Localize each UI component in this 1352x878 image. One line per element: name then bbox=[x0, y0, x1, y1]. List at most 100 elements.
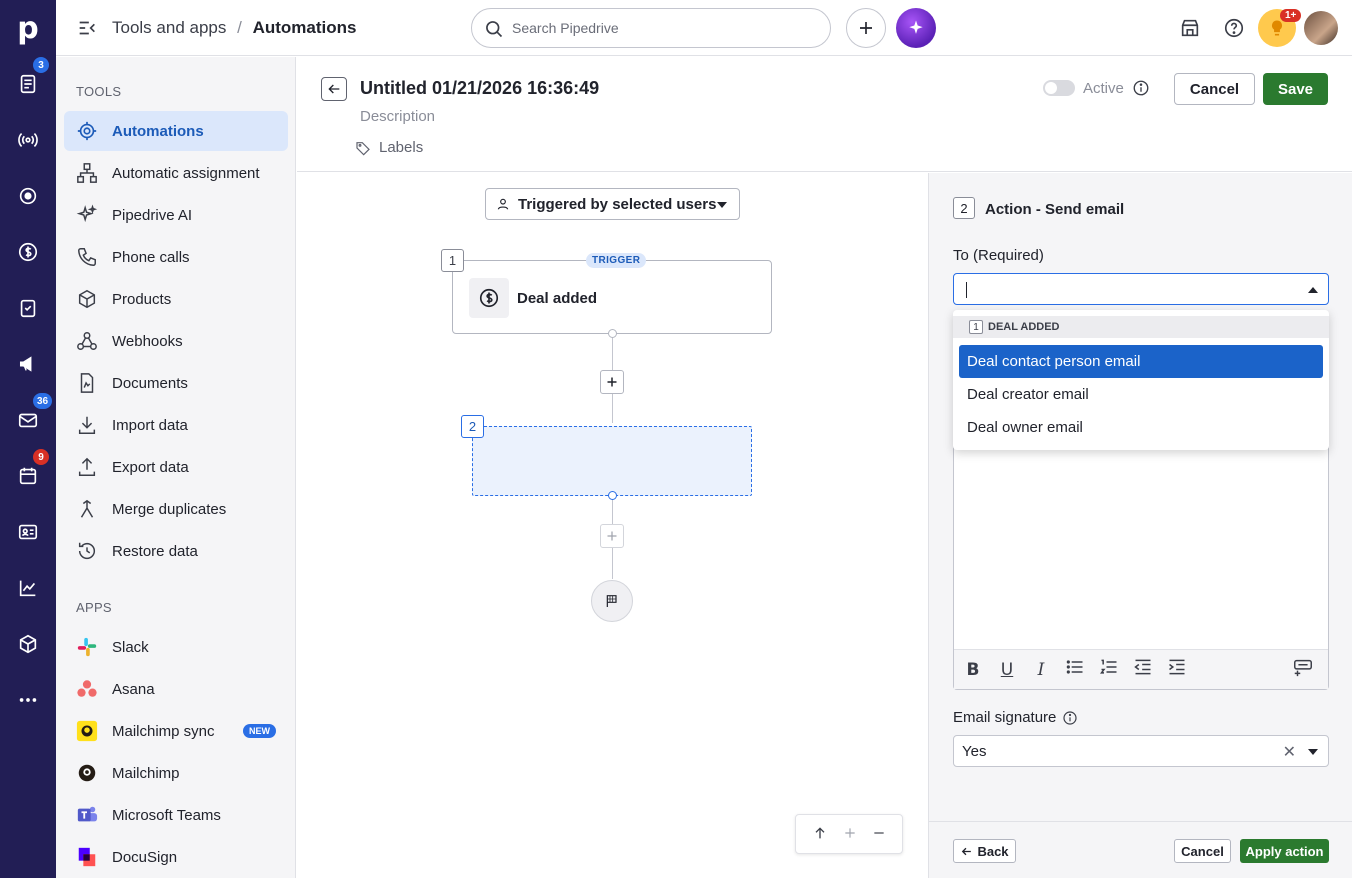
insert-field-icon[interactable] bbox=[1292, 656, 1314, 683]
automation-title[interactable]: Untitled 01/21/2026 16:36:49 bbox=[360, 78, 599, 99]
plus-icon bbox=[607, 531, 617, 541]
clear-icon[interactable]: ✕ bbox=[1283, 742, 1296, 762]
sidebar-item-docusign[interactable]: DocuSign bbox=[64, 837, 288, 877]
sidebar-item-restore-data[interactable]: Restore data bbox=[64, 531, 288, 571]
signature-select[interactable]: Yes ✕ bbox=[953, 735, 1329, 767]
connector-dot bbox=[608, 491, 617, 500]
marketplace-icon[interactable] bbox=[1178, 16, 1202, 40]
labels-field[interactable]: Labels bbox=[355, 139, 423, 156]
sidebar-item-automations[interactable]: Automations bbox=[64, 111, 288, 151]
search-input[interactable]: Search Pipedrive bbox=[471, 8, 831, 48]
add-step-button[interactable] bbox=[600, 370, 624, 394]
restore-icon bbox=[76, 540, 98, 562]
sidebar-item-asana[interactable]: Asana bbox=[64, 669, 288, 709]
end-node bbox=[591, 580, 633, 622]
asana-icon bbox=[76, 678, 98, 700]
action-node-placeholder[interactable] bbox=[472, 426, 752, 496]
tools-heading: TOOLS bbox=[76, 84, 122, 99]
tools-sidebar: TOOLS Automations Automatic assignment P… bbox=[56, 57, 296, 878]
sidebar-item-label: DocuSign bbox=[112, 848, 178, 866]
sparkle-icon bbox=[76, 204, 98, 226]
pipedrive-logo[interactable]: p bbox=[0, 0, 56, 56]
description-field[interactable]: Description bbox=[360, 108, 435, 125]
dollar-icon bbox=[18, 242, 38, 262]
rail-products[interactable] bbox=[0, 616, 56, 672]
italic-icon[interactable]: I bbox=[1030, 660, 1052, 680]
rail-tasks[interactable] bbox=[0, 280, 56, 336]
rail-deals-focus[interactable] bbox=[0, 168, 56, 224]
trigger-users-select[interactable]: Triggered by selected users bbox=[485, 188, 740, 220]
plus-icon bbox=[860, 22, 872, 34]
rail-insights[interactable] bbox=[0, 560, 56, 616]
sidebar-item-documents[interactable]: Documents bbox=[64, 363, 288, 403]
back-step-button[interactable]: Back bbox=[953, 839, 1016, 863]
megaphone-icon bbox=[19, 356, 32, 372]
sidebar-item-pipedrive-ai[interactable]: Pipedrive AI bbox=[64, 195, 288, 235]
email-body-editor[interactable]: B U I bbox=[953, 423, 1329, 690]
back-button[interactable] bbox=[321, 77, 347, 101]
numbered-list-icon[interactable] bbox=[1098, 657, 1120, 682]
help-icon[interactable] bbox=[1222, 16, 1246, 40]
cancel-button[interactable]: Cancel bbox=[1174, 73, 1255, 105]
active-label: Active bbox=[1083, 80, 1124, 97]
chevron-up-icon[interactable] bbox=[1308, 287, 1318, 293]
zoom-in-icon[interactable] bbox=[843, 826, 857, 843]
sidebar-item-products[interactable]: Products bbox=[64, 279, 288, 319]
bold-icon[interactable]: B bbox=[962, 660, 984, 680]
sidebar-item-mailchimp-sync[interactable]: Mailchimp sync NEW bbox=[64, 711, 288, 751]
rail-leads[interactable] bbox=[0, 112, 56, 168]
zoom-out-icon[interactable] bbox=[872, 826, 886, 843]
sidebar-item-label: Documents bbox=[112, 374, 188, 392]
sidebar-item-import-data[interactable]: Import data bbox=[64, 405, 288, 445]
underline-icon[interactable]: U bbox=[996, 660, 1018, 680]
rail-campaigns[interactable] bbox=[0, 336, 56, 392]
rail-deals[interactable] bbox=[0, 224, 56, 280]
automation-canvas[interactable]: Triggered by selected users TRIGGER Deal… bbox=[297, 173, 927, 878]
option-deal-creator-email[interactable]: Deal creator email bbox=[959, 378, 1323, 411]
cube-icon bbox=[19, 634, 37, 654]
top-bar: Tools and apps / Automations Search Pipe… bbox=[56, 0, 1352, 56]
sidebar-item-webhooks[interactable]: Webhooks bbox=[64, 321, 288, 361]
sidebar-item-merge-duplicates[interactable]: Merge duplicates bbox=[64, 489, 288, 529]
activities-badge: 3 bbox=[33, 57, 49, 73]
search-placeholder: Search Pipedrive bbox=[512, 20, 619, 36]
arrow-up-icon[interactable] bbox=[812, 825, 828, 844]
sidebar-item-label: Pipedrive AI bbox=[112, 206, 193, 224]
docusign-icon bbox=[76, 846, 98, 868]
sidebar-item-slack[interactable]: Slack bbox=[64, 627, 288, 667]
trigger-node[interactable]: TRIGGER Deal added bbox=[452, 253, 772, 334]
sidebar-item-export-data[interactable]: Export data bbox=[64, 447, 288, 487]
sidebar-item-mailchimp[interactable]: Mailchimp bbox=[64, 753, 288, 793]
chevron-down-icon[interactable] bbox=[1308, 749, 1318, 755]
bullet-list-icon[interactable] bbox=[1064, 657, 1086, 682]
sidebar-item-label: Automatic assignment bbox=[112, 164, 260, 182]
breadcrumb-parent[interactable]: Tools and apps bbox=[112, 18, 226, 37]
sidebar-item-microsoft-teams[interactable]: Microsoft Teams bbox=[64, 795, 288, 835]
sparkle-icon bbox=[909, 20, 923, 34]
rail-more[interactable] bbox=[0, 672, 56, 728]
info-icon[interactable] bbox=[1062, 710, 1078, 726]
add-step-button-disabled[interactable] bbox=[600, 524, 624, 548]
apply-action-button[interactable]: Apply action bbox=[1240, 839, 1329, 863]
info-icon[interactable] bbox=[1132, 79, 1150, 100]
back-label: Back bbox=[977, 843, 1009, 859]
chart-line-icon bbox=[19, 580, 36, 597]
more-dots-icon bbox=[19, 698, 37, 702]
sidebar-item-automatic-assignment[interactable]: Automatic assignment bbox=[64, 153, 288, 193]
option-deal-owner-email[interactable]: Deal owner email bbox=[959, 411, 1323, 444]
rail-contacts[interactable] bbox=[0, 504, 56, 560]
outdent-icon[interactable] bbox=[1132, 657, 1154, 682]
to-recipient-input[interactable] bbox=[953, 273, 1329, 305]
indent-icon[interactable] bbox=[1166, 657, 1188, 682]
user-avatar[interactable] bbox=[1304, 11, 1338, 45]
active-toggle[interactable] bbox=[1043, 80, 1075, 96]
option-deal-contact-person-email[interactable]: Deal contact person email bbox=[959, 345, 1323, 378]
quick-add-button[interactable] bbox=[846, 8, 886, 48]
collapse-sidebar-icon[interactable] bbox=[76, 17, 98, 42]
breadcrumb-separator: / bbox=[237, 18, 242, 37]
sidebar-item-phone-calls[interactable]: Phone calls bbox=[64, 237, 288, 277]
ai-assistant-button[interactable] bbox=[896, 8, 936, 48]
save-button[interactable]: Save bbox=[1263, 73, 1328, 105]
panel-cancel-button[interactable]: Cancel bbox=[1174, 839, 1231, 863]
teams-icon bbox=[76, 804, 98, 826]
